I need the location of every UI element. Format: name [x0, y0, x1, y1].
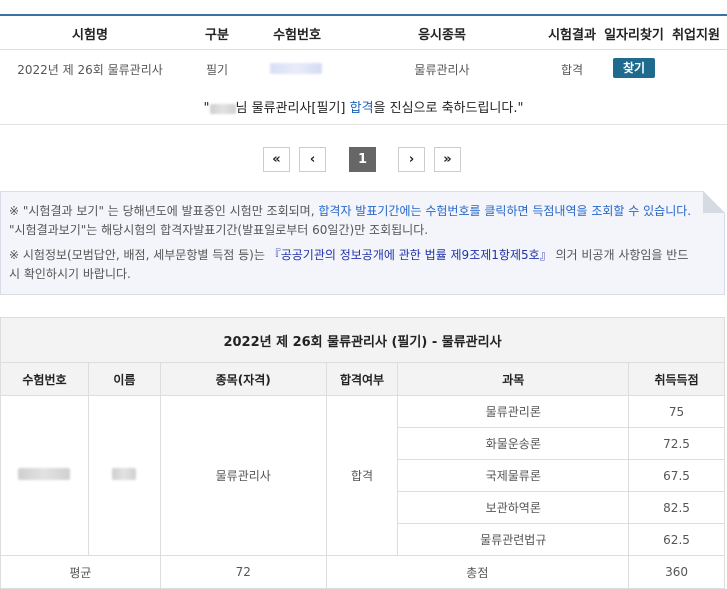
divider: [0, 124, 727, 125]
exam-name: 2022년 제 26회 물류관리사: [17, 63, 163, 77]
redacted-name: [209, 103, 236, 114]
page-next-button[interactable]: ›: [398, 147, 425, 172]
header-employment: 취업지원: [672, 28, 720, 43]
subject-name: 화물운송론: [397, 427, 630, 460]
subject-score: 82.5: [628, 491, 725, 524]
average-label: 평균: [0, 555, 161, 589]
exam-result: 합격: [560, 63, 584, 77]
col-category: 종목(자격): [159, 362, 327, 396]
header-exam-number: 수험번호: [273, 28, 321, 43]
notice-line-1: ※ "시험결과 보기" 는 당해년도에 발표중인 시험만 조회되며, 합격자 발…: [9, 204, 692, 237]
col-score: 취득득점: [628, 362, 725, 396]
header-job-search: 일자리찾기: [604, 28, 664, 43]
score-table: 2022년 제 26회 물류관리사 (필기) - 물류관리사 수험번호 이름 종…: [0, 317, 725, 589]
subject-name: 보관하역론: [397, 491, 630, 524]
congrats-message: " 님 물류관리사[필기] 합격을 진심으로 축하드립니다.": [203, 101, 524, 116]
category-cell: 물류관리사: [159, 395, 327, 556]
subject-score: 67.5: [628, 459, 725, 492]
subject-name: 국제물류론: [397, 459, 630, 492]
pass-cell: 합격: [325, 395, 399, 556]
results-table-header: 시험명 구분 수험번호 응시종목 시험결과 일자리찾기 취업지원: [0, 16, 727, 50]
exam-type: 필기: [205, 63, 229, 77]
col-subject: 과목: [397, 362, 630, 396]
total-value: 360: [628, 555, 725, 589]
notice-box: ※ "시험결과 보기" 는 당해년도에 발표중인 시험만 조회되며, 합격자 발…: [0, 191, 725, 295]
score-table-title: 2022년 제 26회 물류관리사 (필기) - 물류관리사: [0, 317, 725, 363]
find-job-button[interactable]: 찾기: [613, 58, 655, 78]
redacted-exam-number: [0, 395, 89, 556]
page-last-button[interactable]: »: [434, 147, 461, 172]
page-fold-icon: [703, 191, 725, 213]
subject-score: 75: [628, 395, 725, 428]
subject-name: 물류관련법규: [397, 523, 630, 556]
col-name: 이름: [87, 362, 161, 396]
col-exam-number: 수험번호: [0, 362, 89, 396]
header-result: 시험결과: [548, 28, 596, 43]
average-value: 72: [159, 555, 327, 589]
page-first-button[interactable]: «: [263, 147, 290, 172]
law-link[interactable]: 『공공기관의 정보공개에 관한 법률 제9조제1항제5호』: [269, 248, 552, 262]
exam-number-link[interactable]: [270, 63, 322, 77]
total-label: 총점: [325, 555, 630, 589]
header-exam-name: 시험명: [72, 28, 108, 43]
col-pass: 합격여부: [325, 362, 399, 396]
subject-score: 62.5: [628, 523, 725, 556]
subject-score: 72.5: [628, 427, 725, 460]
subject-name: 물류관리론: [397, 395, 630, 428]
page-1-button[interactable]: 1: [349, 147, 376, 172]
header-category: 응시종목: [418, 28, 466, 43]
redacted-name-cell: [87, 395, 161, 556]
exam-category: 물류관리사: [414, 63, 470, 77]
header-type: 구분: [205, 28, 229, 43]
page-prev-button[interactable]: ‹: [299, 147, 326, 172]
notice-line-2: ※ 시험정보(모범답안, 배점, 세부문항별 득점 등)는 『공공기관의 정보공…: [9, 248, 689, 281]
